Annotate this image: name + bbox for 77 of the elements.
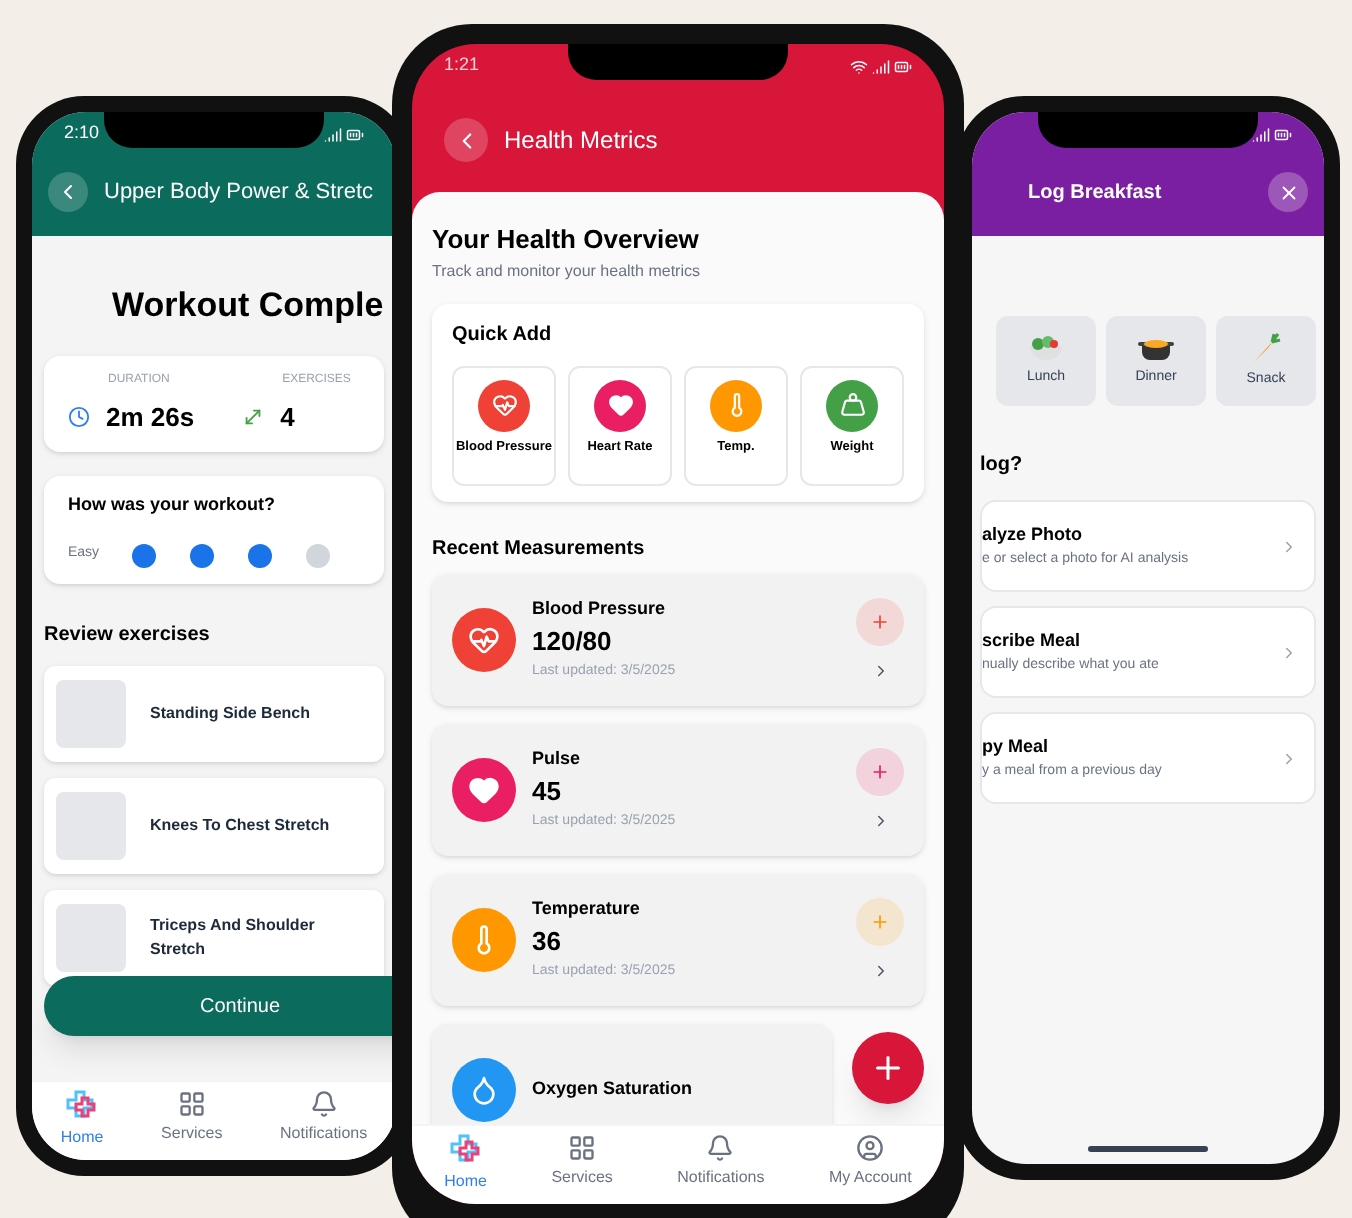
cross-logo-icon — [449, 1134, 482, 1166]
recent-title: Recent Measurements — [432, 535, 647, 563]
plus-icon — [870, 912, 890, 932]
battery-icon — [346, 125, 364, 143]
close-button[interactable] — [1268, 172, 1308, 212]
thumbnail-placeholder — [56, 791, 126, 859]
close-icon — [1277, 181, 1299, 203]
nav-tab[interactable]: Services — [161, 1090, 223, 1146]
salad-bowl-icon — [1028, 333, 1064, 362]
nav-tab[interactable]: Home — [60, 1090, 104, 1150]
overview-subtitle: Track and monitor your health metrics — [432, 259, 702, 283]
stat-value: 2m 26s — [106, 399, 195, 435]
section-title: Review exercises — [44, 621, 212, 649]
heart-pulse-icon — [468, 623, 500, 655]
chevron-right-icon — [1280, 537, 1298, 555]
signal-icon — [324, 125, 342, 143]
user-icon — [856, 1134, 885, 1162]
exercise-name: Triceps And Shoulder Stretch — [150, 913, 317, 961]
bell-icon — [706, 1134, 735, 1162]
plus-icon — [870, 762, 890, 782]
measurement-name: Pulse — [532, 745, 583, 772]
quick-add-title: Quick Add — [452, 321, 554, 349]
nav-tab[interactable]: Notifications — [280, 1090, 368, 1146]
wifi-icon — [850, 57, 868, 75]
header-title: Upper Body Power & Stretc — [104, 177, 374, 208]
signal-icon — [872, 57, 890, 75]
measurement-card[interactable]: Oxygen Saturation — [432, 1023, 832, 1124]
measurement-name: Oxygen Saturation — [532, 1075, 695, 1102]
grid-icon — [177, 1090, 206, 1118]
question-text: log? — [980, 452, 1025, 480]
overview-title: Your Health Overview — [432, 222, 701, 258]
nav-tab[interactable]: Services — [551, 1134, 613, 1190]
floating-add-button[interactable] — [852, 1032, 924, 1104]
cross-logo-icon — [66, 1090, 99, 1122]
status-time: 2:10 — [64, 120, 100, 147]
measurement-value: 45 — [532, 774, 563, 811]
nav-tab[interactable]: Home — [444, 1134, 487, 1194]
measurement-name: Blood Pressure — [532, 595, 668, 622]
heart-pulse-icon — [491, 392, 517, 418]
battery-icon — [894, 57, 912, 75]
exercise-row[interactable]: Triceps And Shoulder Stretch — [44, 889, 384, 985]
battery-icon — [1274, 125, 1292, 143]
chevron-right-icon — [1280, 643, 1298, 661]
status-time: 1:21 — [444, 52, 480, 79]
heart-icon — [468, 773, 500, 805]
rating-question: How was your workout? — [68, 492, 278, 518]
thumbnail-placeholder — [56, 903, 126, 971]
chevron-right-icon — [1280, 749, 1298, 767]
heart-icon — [607, 392, 633, 418]
measurement-name: Temperature — [532, 895, 642, 922]
stat-value: 4 — [280, 399, 295, 435]
back-button[interactable] — [48, 172, 88, 212]
measurement-value: 120/80 — [532, 624, 614, 661]
droplet-icon — [468, 1073, 500, 1105]
home-indicator — [1088, 1146, 1208, 1152]
header-title: Health Metrics — [504, 124, 658, 158]
diagonal-arrows-icon — [242, 405, 265, 428]
thumbnail-placeholder — [56, 679, 126, 747]
bell-icon — [309, 1090, 338, 1118]
plus-icon — [870, 1050, 906, 1086]
nav-tab[interactable]: My Account — [828, 1134, 912, 1190]
measurement-value: 36 — [532, 924, 563, 961]
nav-tab[interactable]: Notifications — [677, 1134, 765, 1190]
exercise-name: Standing Side Bench — [150, 701, 311, 725]
back-button[interactable] — [444, 118, 488, 162]
completion-heading: Workout Comple — [112, 284, 384, 328]
plus-icon — [870, 612, 890, 632]
exercise-name: Knees To Chest Stretch — [150, 813, 330, 837]
grid-icon — [568, 1134, 597, 1162]
exercise-row[interactable]: Standing Side Bench — [44, 665, 384, 761]
header-title: Log Breakfast — [1028, 179, 1162, 207]
signal-icon — [1252, 125, 1270, 143]
continue-button[interactable]: Continue — [44, 976, 396, 1036]
scale-icon — [839, 392, 865, 418]
clock-icon — [68, 405, 90, 428]
carrot-icon — [1250, 331, 1282, 364]
exercise-row[interactable]: Knees To Chest Stretch — [44, 777, 384, 873]
